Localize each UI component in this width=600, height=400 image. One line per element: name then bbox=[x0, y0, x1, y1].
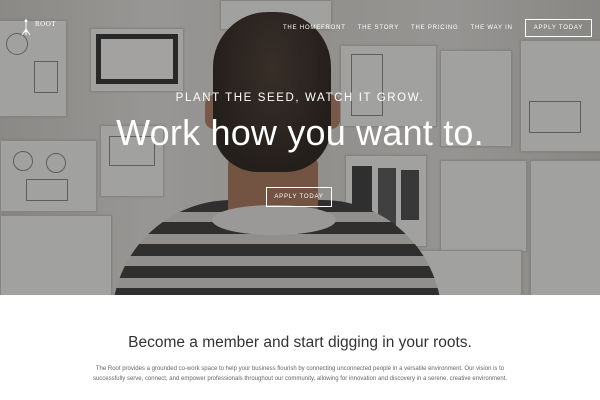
brand-name: ROOT bbox=[35, 20, 57, 28]
root-tree-icon bbox=[20, 18, 32, 36]
hero-apply-button[interactable]: APPLY TODAY bbox=[266, 187, 332, 207]
intro-description: The Root provides a grounded co-work spa… bbox=[92, 366, 508, 382]
main-nav: THE HOMEFRONT THE STORY THE PRICING THE … bbox=[283, 19, 592, 37]
nav-item-pricing[interactable]: THE PRICING bbox=[411, 25, 458, 31]
nav-item-way-in[interactable]: THE WAY IN bbox=[471, 25, 513, 31]
nav-item-homefront[interactable]: THE HOMEFRONT bbox=[283, 25, 346, 31]
nav-apply-button[interactable]: APPLY TODAY bbox=[524, 19, 592, 37]
hero-tagline: PLANT THE SEED, WATCH IT GROW. bbox=[175, 92, 425, 104]
nav-item-story[interactable]: THE STORY bbox=[358, 25, 399, 31]
brand-logo[interactable]: ROOT bbox=[20, 18, 56, 36]
hero-headline: Work how you want to. bbox=[116, 112, 484, 153]
hero-section: ROOT THE HOMEFRONT THE STORY THE PRICING… bbox=[0, 0, 600, 295]
intro-title: Become a member and start digging in you… bbox=[128, 334, 472, 351]
